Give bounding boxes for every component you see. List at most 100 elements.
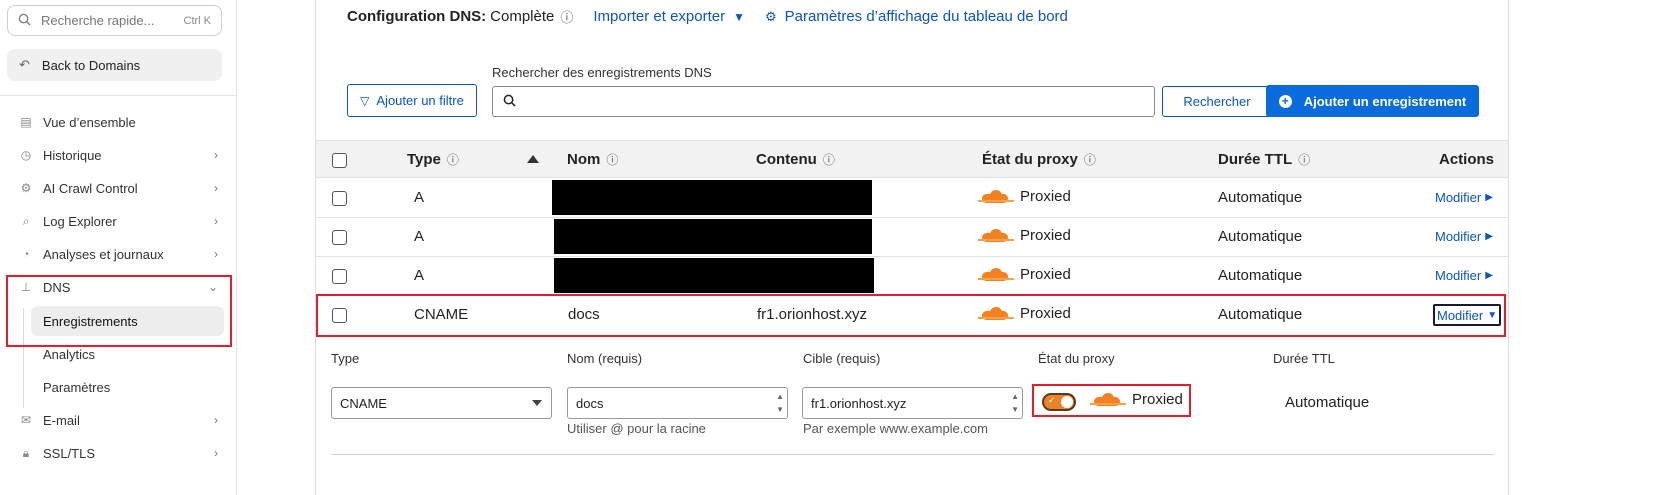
highlight-box-dns xyxy=(6,275,232,347)
dashboard-settings-link[interactable]: ⚙ Paramètres d’affichage du tableau de b… xyxy=(765,8,1068,25)
filter-icon: ▽ xyxy=(360,93,370,108)
column-header-content[interactable]: Contenu ⓘ xyxy=(756,151,835,168)
sidebar-item-label: Historique xyxy=(43,147,102,163)
sidebar-subitem-label: Analytics xyxy=(43,346,96,362)
sidebar-item-label: Log Explorer xyxy=(43,213,117,229)
select-all-checkbox[interactable] xyxy=(332,153,347,168)
add-record-button[interactable]: + Ajouter un enregistrement xyxy=(1266,85,1479,117)
sort-ascending-icon[interactable] xyxy=(527,155,539,163)
target-input[interactable]: fr1.orionhost.xyz ▲ ▼ xyxy=(802,387,1023,419)
info-icon: ⓘ xyxy=(1298,153,1311,167)
sidebar-item-history[interactable]: ◷ Historique › xyxy=(18,144,218,166)
sidebar: Recherche rapide... Ctrl K ↶ Back to Dom… xyxy=(0,0,237,495)
search-icon xyxy=(503,94,516,110)
cloud-icon xyxy=(978,228,1014,244)
caret-right-icon: ▶ xyxy=(1485,270,1493,281)
import-export-dropdown[interactable]: Importer et exporter ▼ xyxy=(593,8,745,25)
chevron-right-icon: › xyxy=(214,446,218,460)
proxy-status: Proxied xyxy=(978,266,1071,283)
edit-label: Modifier xyxy=(1435,268,1482,283)
edit-record-link[interactable]: Modifier ▶ xyxy=(1435,229,1493,244)
proxy-status: Proxied xyxy=(978,227,1071,244)
spinner-icon: ▲ ▼ xyxy=(776,392,784,414)
sidebar-item-analytics-logs[interactable]: ◔ Analyses et journaux › xyxy=(18,243,218,265)
edit-name-label: Nom (requis) xyxy=(567,351,643,366)
record-type: A xyxy=(414,189,425,206)
plus-circle-icon: + xyxy=(1278,94,1292,108)
column-header-type[interactable]: Type ⓘ xyxy=(407,151,459,168)
redacted-block xyxy=(554,258,874,293)
edit-label: Modifier xyxy=(1435,229,1482,244)
sidebar-item-label: SSL/TLS xyxy=(43,445,96,461)
column-header-label: Durée TTL xyxy=(1218,151,1293,168)
column-header-actions: Actions xyxy=(1439,151,1494,168)
column-header-label: Contenu xyxy=(756,151,817,168)
column-header-label: Nom xyxy=(567,151,601,168)
chevron-right-icon: › xyxy=(214,413,218,427)
import-export-label: Importer et exporter xyxy=(593,8,726,25)
chevron-right-icon: › xyxy=(214,214,218,228)
info-icon: ⓘ xyxy=(1083,153,1096,167)
name-input-value: docs xyxy=(576,395,604,411)
dns-config-label: Configuration DNS: xyxy=(347,8,487,25)
sidebar-item-label: Vue d’ensemble xyxy=(43,114,136,130)
chevron-right-icon: › xyxy=(214,247,218,261)
column-header-label: Type xyxy=(407,151,441,168)
row-checkbox[interactable] xyxy=(332,269,347,284)
edit-label: Modifier xyxy=(1435,190,1482,205)
sidebar-item-ai-crawl[interactable]: ⚙ AI Crawl Control › xyxy=(18,177,218,199)
quick-search-input[interactable]: Recherche rapide... Ctrl K xyxy=(7,5,222,36)
sidebar-subitem-settings[interactable]: Paramètres xyxy=(31,372,224,402)
caret-down-icon xyxy=(532,400,542,406)
info-icon: ⓘ xyxy=(822,153,835,167)
row-checkbox[interactable] xyxy=(332,230,347,245)
name-input[interactable]: docs ▲ ▼ xyxy=(567,387,788,419)
edit-ttl-label: Durée TTL xyxy=(1273,351,1335,366)
info-icon[interactable]: ⓘ xyxy=(560,7,573,26)
record-ttl: Automatique xyxy=(1218,267,1303,284)
column-header-ttl[interactable]: Durée TTL ⓘ xyxy=(1218,151,1310,168)
column-header-name[interactable]: Nom ⓘ xyxy=(567,151,618,168)
edit-record-link[interactable]: Modifier ▶ xyxy=(1435,268,1493,283)
chevron-right-icon: › xyxy=(214,148,218,162)
table-row[interactable]: A Proxied Automatique Modifier ▶ xyxy=(316,179,1508,218)
mail-icon: ✉ xyxy=(20,413,32,427)
column-header-proxy[interactable]: État du proxy ⓘ xyxy=(982,151,1096,168)
sidebar-subitem-label: Paramètres xyxy=(43,379,111,395)
lock-icon: 🔒︎ xyxy=(22,445,30,460)
sidebar-item-email[interactable]: ✉ E-mail › xyxy=(18,409,218,431)
info-icon: ⓘ xyxy=(446,153,459,167)
sidebar-item-log-explorer[interactable]: ⌕ Log Explorer › xyxy=(18,210,218,232)
edit-proxy-label: État du proxy xyxy=(1038,351,1115,366)
dns-search-input[interactable] xyxy=(492,86,1155,117)
add-filter-button[interactable]: ▽ Ajouter un filtre xyxy=(347,84,477,117)
quick-search-placeholder: Recherche rapide... xyxy=(41,13,155,28)
chevron-right-icon: › xyxy=(214,181,218,195)
row-checkbox[interactable] xyxy=(332,191,347,206)
back-to-domains-button[interactable]: ↶ Back to Domains xyxy=(7,49,222,81)
sidebar-item-label: Analyses et journaux xyxy=(43,246,164,262)
sidebar-item-ssl[interactable]: 🔒︎ SSL/TLS › xyxy=(18,442,218,464)
search-button[interactable]: Rechercher xyxy=(1162,86,1272,117)
record-type: A xyxy=(414,228,425,245)
proxy-status-label: Proxied xyxy=(1020,227,1071,244)
dashboard-settings-label: Paramètres d’affichage du tableau de bor… xyxy=(784,8,1068,25)
form-divider xyxy=(331,454,1494,455)
edit-record-link[interactable]: Modifier ▶ xyxy=(1435,190,1493,205)
search-icon xyxy=(18,13,31,29)
type-select[interactable]: CNAME xyxy=(331,387,552,419)
redacted-block xyxy=(552,180,872,215)
highlight-box-cname-row xyxy=(316,294,1506,337)
dns-search-label: Rechercher des enregistrements DNS xyxy=(492,65,712,80)
sidebar-item-overview[interactable]: ▤ Vue d’ensemble xyxy=(18,111,218,133)
add-filter-label: Ajouter un filtre xyxy=(376,93,464,108)
shortcut-hint: Ctrl K xyxy=(183,14,212,27)
caret-right-icon: ▶ xyxy=(1485,192,1493,203)
column-header-label: Actions xyxy=(1439,151,1495,168)
target-input-value: fr1.orionhost.xyz xyxy=(811,395,907,411)
table-row[interactable]: A Proxied Automatique Modifier ▶ xyxy=(316,257,1508,296)
proxy-status-label: Proxied xyxy=(1020,266,1071,283)
edit-type-label: Type xyxy=(331,351,360,366)
proxy-status-label: Proxied xyxy=(1020,188,1071,205)
table-row[interactable]: A Proxied Automatique Modifier ▶ xyxy=(316,218,1508,257)
